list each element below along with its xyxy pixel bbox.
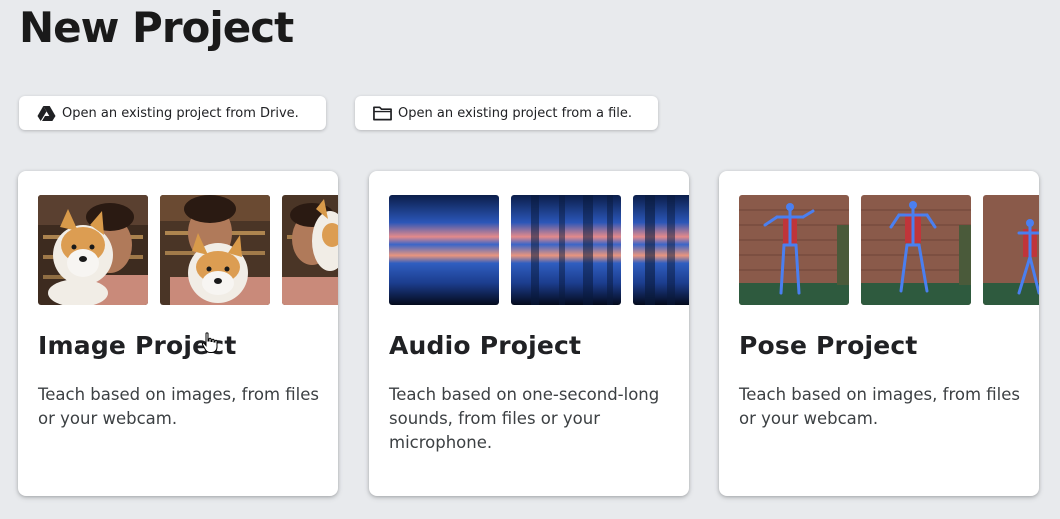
corgi-webcam-thumbnail [38,195,148,305]
pose-skeleton-thumbnail [739,195,849,305]
corgi-webcam-thumbnail [282,195,338,305]
audio-project-description: Teach based on one-second-long sounds, f… [389,385,660,452]
folder-icon [373,105,392,122]
pose-project-thumbnails [739,195,1039,305]
open-from-file-label: Open an existing project from a file. [398,105,633,121]
audio-project-thumbnails [389,195,689,305]
image-project-description: Teach based on images, from files or you… [38,385,320,428]
spectrogram-thumbnail [633,195,689,305]
hand-pointer-cursor-icon [201,332,219,354]
page-title: New Project [19,3,294,52]
audio-project-title: Audio Project [389,331,582,360]
pose-project-card[interactable]: Pose Project Teach based on images, from… [719,171,1039,496]
image-project-thumbnails [38,195,338,305]
pose-skeleton-thumbnail [983,195,1039,305]
google-drive-icon [37,105,56,122]
corgi-webcam-thumbnail [160,195,270,305]
open-from-drive-button[interactable]: Open an existing project from Drive. [19,96,326,130]
open-from-file-button[interactable]: Open an existing project from a file. [355,96,658,130]
spectrogram-thumbnail [511,195,621,305]
spectrogram-thumbnail [389,195,499,305]
pose-project-title: Pose Project [739,331,918,360]
open-from-drive-label: Open an existing project from Drive. [62,105,299,121]
image-project-card[interactable]: Image Project Teach based on images, fro… [18,171,338,496]
pose-skeleton-thumbnail [861,195,971,305]
pose-project-description: Teach based on images, from files or you… [739,385,1021,428]
audio-project-card[interactable]: Audio Project Teach based on one-second-… [369,171,689,496]
